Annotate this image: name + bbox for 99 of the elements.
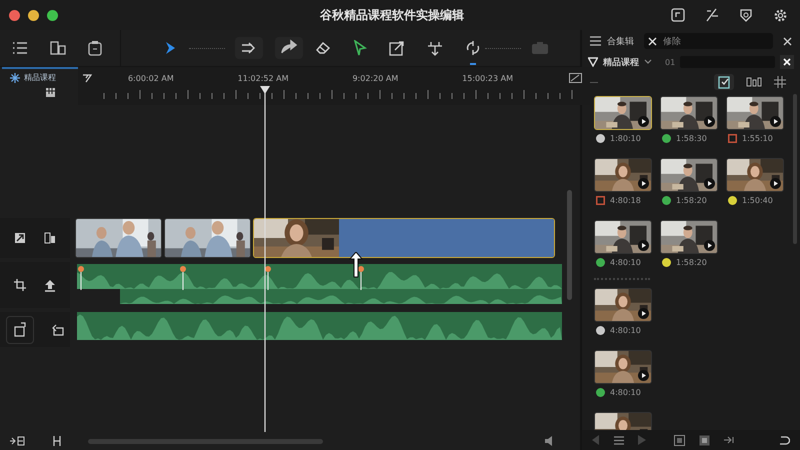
panel-tab[interactable]: 合集辑 <box>590 33 634 49</box>
grid-icon[interactable] <box>46 88 55 97</box>
window-icon[interactable] <box>671 8 685 22</box>
trim-icon[interactable] <box>52 436 62 446</box>
media-thumbnail[interactable] <box>594 220 652 254</box>
library-label[interactable]: 精品课程 <box>24 72 56 83</box>
scrollbar[interactable] <box>88 438 323 444</box>
export-icon[interactable] <box>389 40 405 56</box>
playhead[interactable] <box>259 86 271 432</box>
grid-icon[interactable] <box>699 434 710 446</box>
play-badge-icon[interactable] <box>704 116 715 127</box>
close-icon[interactable] <box>783 36 792 46</box>
minimize-button[interactable] <box>28 10 39 20</box>
slash-icon[interactable] <box>705 8 719 22</box>
audio-tools-icon[interactable] <box>10 436 26 446</box>
list-icon[interactable] <box>12 41 28 55</box>
media-thumbnail[interactable] <box>660 96 718 130</box>
marker-flag[interactable] <box>358 266 364 290</box>
crop-icon[interactable] <box>14 279 26 291</box>
crop-icon[interactable] <box>14 232 26 244</box>
scrollbar[interactable] <box>567 190 572 300</box>
volume-icon[interactable] <box>544 436 554 446</box>
media-thumbnail[interactable] <box>660 158 718 192</box>
play-badge-icon[interactable] <box>638 116 649 127</box>
ruler-time: 15:00:23 AM <box>462 74 514 82</box>
loop-icon[interactable] <box>465 40 481 56</box>
clip-duration: 4:80:10 <box>610 326 641 335</box>
grid-icon[interactable] <box>674 434 685 446</box>
clip-duration: 4:80:10 <box>610 258 641 267</box>
ruler-time: 9:02:20 AM <box>352 74 398 82</box>
play-badge-icon[interactable] <box>704 240 715 251</box>
play-badge-icon[interactable] <box>638 308 649 319</box>
filter-icon[interactable] <box>588 57 598 67</box>
undo-icon[interactable] <box>779 434 790 446</box>
filmstrip-icon[interactable] <box>746 77 762 87</box>
play-badge-icon[interactable] <box>770 178 781 189</box>
clip-duration: 1:58:30 <box>676 134 707 143</box>
snowflake-icon <box>10 72 20 82</box>
layout-icon[interactable] <box>50 41 66 55</box>
clip-duration: 1:55:10 <box>742 134 773 143</box>
clip-duration: 1:50:40 <box>742 196 773 205</box>
grid-icon[interactable] <box>774 76 786 88</box>
clipboard-icon[interactable] <box>88 40 102 56</box>
window-title: 谷秋精品课程软件实操编辑 <box>320 7 464 24</box>
close-icon <box>648 36 657 46</box>
layout-icon[interactable] <box>44 232 56 244</box>
chevron-down-icon[interactable] <box>644 59 652 65</box>
play-badge-icon[interactable] <box>704 178 715 189</box>
active-indicator <box>470 63 476 65</box>
media-thumbnail[interactable] <box>594 96 652 130</box>
audio-clip[interactable] <box>77 264 562 289</box>
split-icon[interactable] <box>427 40 443 56</box>
list-icon <box>590 36 601 46</box>
cursor-icon[interactable] <box>353 40 367 56</box>
panel-tab[interactable]: 修除 <box>644 33 773 49</box>
play-badge-icon[interactable] <box>638 370 649 381</box>
media-thumbnail[interactable] <box>594 158 652 192</box>
menu-icon[interactable] <box>614 436 624 444</box>
forward-icon[interactable] <box>724 436 735 444</box>
media-thumbnail[interactable] <box>726 158 784 192</box>
clear-icon[interactable] <box>780 55 794 69</box>
play-badge-icon[interactable] <box>638 178 649 189</box>
play-badge-icon[interactable] <box>770 116 781 127</box>
marker-flag[interactable] <box>265 266 271 290</box>
filter-dropdown[interactable]: 精品课程 <box>603 56 639 68</box>
clipboard-icon[interactable] <box>714 74 734 90</box>
snap-icon[interactable] <box>82 73 92 83</box>
clip-duration: 4:80:18 <box>610 196 641 205</box>
audio-clip[interactable] <box>120 289 562 304</box>
undo-box-icon[interactable] <box>52 324 64 336</box>
marker-flag[interactable] <box>180 266 186 290</box>
settings-icon[interactable] <box>773 8 788 22</box>
redo-icon[interactable] <box>275 37 303 59</box>
media-thumbnail[interactable] <box>594 350 652 384</box>
filter-code: 01 <box>665 58 676 66</box>
ruler-time: 11:02:52 AM <box>238 74 289 82</box>
media-thumbnail[interactable] <box>594 288 652 322</box>
clip-duration: 1:58:20 <box>676 258 707 267</box>
upload-icon[interactable] <box>44 278 56 292</box>
clip-duration: 1:58:20 <box>676 196 707 205</box>
video-clip[interactable] <box>253 218 555 258</box>
shield-icon[interactable] <box>739 8 753 22</box>
audio-clip[interactable] <box>77 312 562 340</box>
clip-duration: 4:80:10 <box>610 388 641 397</box>
marker-flag[interactable] <box>78 266 84 290</box>
arrow-right-icon[interactable] <box>235 37 263 59</box>
clip-duration: 1:80:10 <box>610 134 641 143</box>
zoom-fit-icon[interactable] <box>569 73 582 83</box>
play-arrow-icon[interactable] <box>163 41 177 55</box>
close-button[interactable] <box>9 10 20 20</box>
media-thumbnail[interactable] <box>726 96 784 130</box>
ruler-time: 6:00:02 AM <box>128 74 174 82</box>
media-thumbnail[interactable] <box>660 220 718 254</box>
eraser-icon[interactable] <box>315 41 331 55</box>
zoom-button[interactable] <box>47 10 58 20</box>
play-badge-icon[interactable] <box>638 240 649 251</box>
rotate-icon[interactable] <box>6 316 34 344</box>
pointer-icon <box>349 252 363 278</box>
divider <box>594 278 650 282</box>
